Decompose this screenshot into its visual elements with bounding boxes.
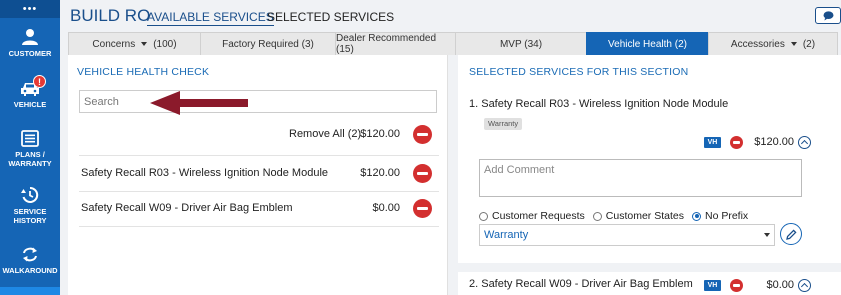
service-item-amount: $120.00	[360, 167, 400, 179]
tab-accessories[interactable]: Accessories (2)	[708, 32, 838, 55]
radio-button[interactable]	[479, 211, 488, 221]
rail-item-label: WALKAROUND	[2, 266, 58, 275]
tab-label: Vehicle Health (2)	[608, 38, 687, 50]
divider	[79, 155, 439, 156]
edit-button[interactable]	[780, 223, 802, 245]
tab-dealer-recommended[interactable]: Dealer Recommended (15)	[335, 32, 456, 55]
chevron-down-icon	[141, 42, 148, 46]
radio-button[interactable]	[592, 211, 602, 221]
tab-label: Accessories	[730, 38, 785, 50]
rail-menu-dots[interactable]: •••	[0, 0, 60, 18]
tab-label: Dealer Recommended (15)	[336, 33, 437, 55]
page-title: BUILD RO	[70, 6, 151, 25]
remove-service-button[interactable]	[730, 136, 743, 149]
tab-count: (100)	[153, 38, 177, 50]
vh-badge: VH	[704, 280, 721, 291]
service-item-name: Safety Recall W09 - Driver Air Bag Emble…	[81, 202, 293, 214]
remove-service-button[interactable]	[730, 279, 743, 292]
rail-item-label: CUSTOMER	[8, 49, 52, 58]
selected-service-name: 1. Safety Recall R03 - Wireless Ignition…	[469, 98, 729, 110]
remove-service-button[interactable]	[413, 199, 432, 218]
radio-customer-states[interactable]: Customer States	[592, 210, 684, 222]
section-title: VEHICLE HEALTH CHECK	[77, 66, 210, 78]
radio-button[interactable]	[692, 211, 701, 221]
section-separator	[458, 263, 841, 272]
service-item-name: Safety Recall R03 - Wireless Ignition No…	[81, 167, 329, 179]
refresh-icon	[23, 247, 37, 262]
radio-no-prefix[interactable]: No Prefix	[692, 210, 748, 222]
warranty-tag: Warranty	[484, 118, 523, 130]
remove-all-button[interactable]	[413, 125, 432, 144]
list-icon	[21, 130, 39, 147]
service-tabs: Concerns (100) Factory Required (3) Deal…	[68, 32, 841, 55]
tab-label: MVP (34)	[499, 38, 543, 50]
remove-all-amount: $120.00	[360, 128, 400, 140]
tab-vehicle-health[interactable]: Vehicle Health (2)	[586, 32, 709, 55]
tab-concerns[interactable]: Concerns (100)	[68, 32, 201, 55]
search-input[interactable]	[79, 90, 437, 113]
left-rail: ••• CUSTOMER ! VEHICLE PLANS / WARRANTY …	[0, 0, 60, 295]
rail-bottom-strip	[0, 287, 60, 295]
divider	[79, 226, 439, 227]
radio-label: No Prefix	[705, 210, 749, 222]
chevron-down-icon	[764, 233, 770, 237]
select-value: Warranty	[484, 229, 529, 241]
pay-type-select[interactable]: Warranty	[479, 224, 775, 246]
selected-services-panel: SELECTED SERVICES FOR THIS SECTION 1. Sa…	[458, 55, 841, 295]
tab-count: (2)	[802, 38, 816, 50]
selected-service-amount: $120.00	[754, 136, 794, 148]
prefix-radio-group: Customer Requests Customer States No Pre…	[479, 210, 756, 222]
person-icon	[22, 29, 38, 45]
alert-badge: !	[33, 75, 46, 88]
rail-item-plans-warranty[interactable]: PLANS / WARRANTY	[0, 130, 60, 168]
tab-label: Concerns	[92, 38, 136, 50]
chevron-up-icon[interactable]	[798, 279, 811, 292]
rail-item-label: PLANS / WARRANTY	[8, 150, 52, 168]
tab-factory-required[interactable]: Factory Required (3)	[200, 32, 336, 55]
history-icon	[21, 186, 39, 203]
comment-field[interactable]	[479, 159, 802, 197]
vehicle-health-panel: VEHICLE HEALTH CHECK Remove All (2) $120…	[68, 55, 448, 295]
vh-badge: VH	[704, 137, 721, 148]
rail-item-customer[interactable]: CUSTOMER	[0, 28, 60, 58]
rail-item-label: SERVICE HISTORY	[13, 207, 47, 225]
available-services-link[interactable]: AVAILABLE SERVICES	[147, 10, 274, 26]
section-title: SELECTED SERVICES FOR THIS SECTION	[469, 66, 689, 78]
rail-item-service-history[interactable]: SERVICE HISTORY	[0, 186, 60, 225]
chevron-down-icon	[790, 42, 797, 46]
rail-item-label: VEHICLE	[13, 100, 47, 109]
tab-label: Factory Required (3)	[222, 38, 314, 50]
remove-service-button[interactable]	[413, 164, 432, 183]
chat-icon	[823, 10, 833, 20]
selected-services-link[interactable]: SELECTED SERVICES	[267, 10, 394, 24]
chevron-up-icon[interactable]	[798, 136, 811, 149]
rail-item-vehicle[interactable]: ! VEHICLE	[0, 75, 60, 109]
header: BUILD RO AVAILABLE SERVICES SELECTED SER…	[60, 0, 841, 32]
pencil-icon	[785, 228, 797, 240]
tab-mvp[interactable]: MVP (34)	[455, 32, 587, 55]
radio-label: Customer States	[605, 210, 684, 222]
selected-service-amount: $0.00	[766, 279, 794, 291]
annotation-arrow-icon	[150, 91, 248, 115]
rail-item-walkaround[interactable]: WALKAROUND	[0, 246, 60, 275]
service-item-amount: $0.00	[372, 202, 400, 214]
radio-label: Customer Requests	[492, 210, 585, 222]
radio-customer-requests[interactable]: Customer Requests	[479, 210, 585, 222]
chat-button[interactable]	[815, 7, 841, 24]
selected-service-name: 2. Safety Recall W09 - Driver Air Bag Em…	[469, 278, 693, 290]
divider	[79, 191, 439, 192]
